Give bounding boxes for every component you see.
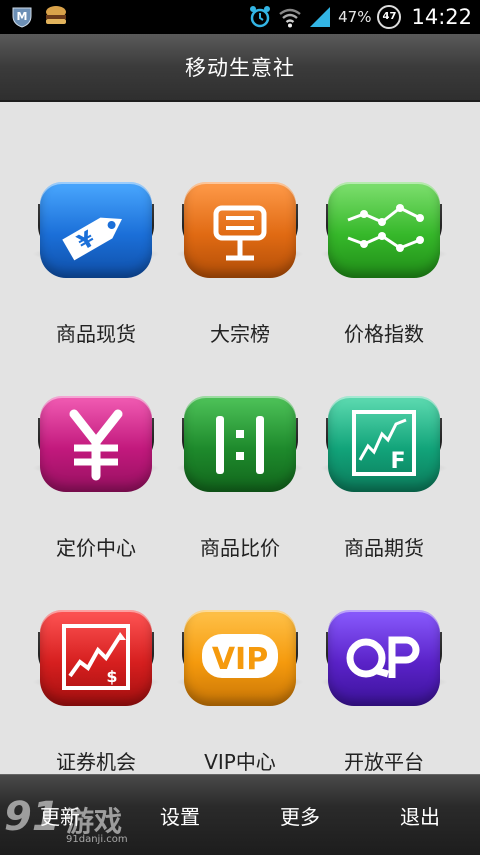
grid-item-pricing-center[interactable]: 定价中心: [24, 348, 168, 560]
app-grid: ¥ 商品现货 大宗榜 价格指数 定价中心 商品比价 F 商品期货 $ 证券机会 …: [0, 102, 480, 774]
status-bar: M 47% 47 14:22: [0, 0, 480, 34]
update-button[interactable]: 更新: [0, 775, 120, 855]
price-tag-icon: ¥: [40, 182, 152, 278]
billboard-icon: [184, 182, 296, 278]
grid-item-vip[interactable]: VIP VIP中心: [168, 562, 312, 774]
svg-text:VIP: VIP: [212, 642, 268, 677]
grid-item-futures[interactable]: F 商品期货: [312, 348, 456, 560]
clock: 14:22: [411, 5, 472, 29]
grid-item-label: 商品现货: [56, 322, 136, 346]
grid-item-label: 开放平台: [344, 750, 424, 774]
grid-item-open-platform[interactable]: 开放平台: [312, 562, 456, 774]
page-title: 移动生意社: [185, 56, 295, 80]
svg-text:M: M: [17, 10, 28, 23]
stock-chart-icon: $: [40, 610, 152, 706]
exit-button[interactable]: 退出: [360, 775, 480, 855]
notification-badge: 47: [377, 5, 402, 29]
wifi-icon: [279, 8, 301, 28]
grid-item-label: 证券机会: [56, 750, 136, 774]
vip-icon: VIP: [184, 610, 296, 706]
line-chart-icon: [328, 182, 440, 278]
grid-item-label: 定价中心: [56, 536, 136, 560]
title-bar: 移动生意社: [0, 34, 480, 102]
burger-app-icon: [46, 6, 66, 24]
op-icon: [328, 610, 440, 706]
grid-item-label: 商品期货: [344, 536, 424, 560]
grid-item-label: 大宗榜: [210, 322, 270, 346]
futures-chart-icon: F: [328, 396, 440, 492]
grid-item-spot-goods[interactable]: ¥ 商品现货: [24, 134, 168, 346]
grid-item-bulk-ranking[interactable]: 大宗榜: [168, 134, 312, 346]
bottom-bar: 更新 设置 更多 退出: [0, 774, 480, 855]
settings-button[interactable]: 设置: [120, 775, 240, 855]
grid-item-label: 商品比价: [200, 536, 280, 560]
svg-text:$: $: [106, 667, 117, 686]
yuan-icon: [40, 396, 152, 492]
svg-text:F: F: [390, 449, 405, 474]
grid-item-price-index[interactable]: 价格指数: [312, 134, 456, 346]
grid-item-label: VIP中心: [204, 750, 276, 774]
grid-item-price-compare[interactable]: 商品比价: [168, 348, 312, 560]
grid-item-label: 价格指数: [344, 322, 424, 346]
battery-percent: 47%: [338, 8, 372, 26]
ratio-icon: [184, 396, 296, 492]
shield-app-icon: M: [12, 7, 32, 28]
signal-icon: [310, 7, 331, 27]
more-button[interactable]: 更多: [240, 775, 360, 855]
grid-item-securities[interactable]: $ 证券机会: [24, 562, 168, 774]
alarm-icon: [250, 6, 271, 28]
